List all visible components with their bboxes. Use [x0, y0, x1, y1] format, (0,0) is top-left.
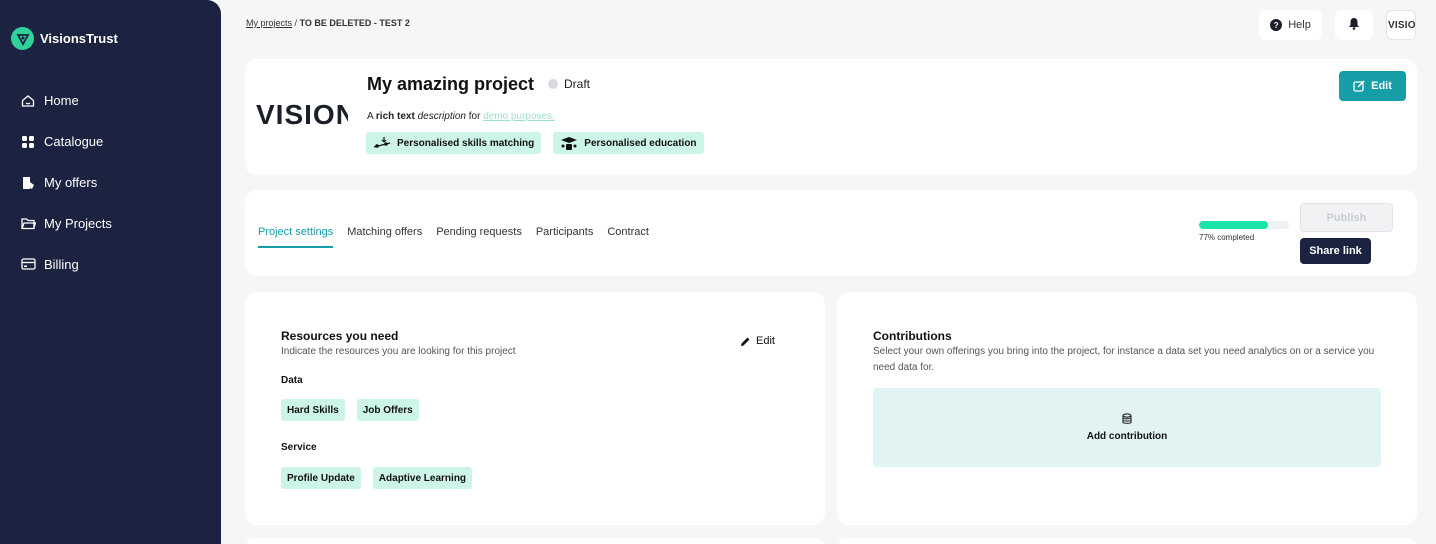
description-link[interactable]: demo purposes.: [483, 111, 555, 122]
sidebar-item-home[interactable]: Home: [0, 80, 221, 121]
education-icon: [560, 136, 578, 151]
project-description: A rich text description for demo purpose…: [367, 111, 555, 122]
progress-track: [1199, 221, 1289, 229]
grid-icon: [20, 134, 36, 150]
completion-progress: 77% completed: [1199, 221, 1289, 242]
help-button[interactable]: ? Help: [1259, 10, 1322, 40]
sidebar-item-label: My offers: [44, 175, 98, 190]
brand-name: VisionsTrust: [40, 31, 118, 46]
resources-subtitle: Indicate the resources you are looking f…: [281, 346, 516, 357]
chip-profile-update: Profile Update: [281, 467, 361, 489]
tab-participants[interactable]: Participants: [536, 226, 593, 248]
edit-resources-button[interactable]: Edit: [740, 335, 775, 347]
project-tabs-card: Project settings Matching offers Pending…: [245, 190, 1417, 276]
breadcrumb-current: TO BE DELETED - TEST 2: [299, 18, 410, 28]
share-link-button[interactable]: Share link: [1300, 238, 1371, 264]
status-dot-icon: [548, 79, 558, 89]
project-tabs: Project settings Matching offers Pending…: [258, 226, 649, 248]
notifications-button[interactable]: [1335, 10, 1373, 40]
project-header-card: VISIONS My amazing project Draft A rich …: [245, 59, 1417, 175]
project-logo: VISIONS: [256, 99, 348, 130]
pencil-icon: [740, 336, 751, 347]
breadcrumb-separator: /: [294, 18, 298, 28]
description-italic: description: [417, 111, 466, 122]
service-group-label: Service: [281, 442, 317, 453]
bell-icon: [1348, 17, 1360, 33]
add-contribution-label: Add contribution: [1086, 431, 1168, 442]
avatar-text: VISIONS: [1388, 19, 1416, 31]
tag-label: Personalised skills matching: [397, 137, 535, 149]
chip-hard-skills: Hard Skills: [281, 399, 345, 421]
offers-icon: [20, 175, 36, 191]
status-badge: Draft: [548, 77, 590, 91]
sidebar-nav: Home Catalogue My offers My Projects Bil…: [0, 80, 221, 285]
tab-contract[interactable]: Contract: [607, 226, 649, 248]
edit-project-button[interactable]: Edit: [1339, 71, 1406, 101]
breadcrumb: My projects / TO BE DELETED - TEST 2: [246, 18, 410, 28]
tab-pending-requests[interactable]: Pending requests: [436, 226, 522, 248]
sidebar-item-label: Billing: [44, 257, 79, 272]
tab-project-settings[interactable]: Project settings: [258, 226, 334, 248]
help-icon: ?: [1270, 19, 1283, 31]
next-card-left: [245, 538, 825, 544]
sidebar-item-catalogue[interactable]: Catalogue: [0, 121, 221, 162]
contributions-card: Contributions Select your own offerings …: [837, 292, 1417, 525]
home-icon: [20, 93, 36, 109]
edit-icon: [1353, 80, 1365, 92]
project-title: My amazing project: [367, 74, 535, 94]
data-group-label: Data: [281, 375, 303, 386]
billing-icon: [20, 257, 36, 273]
database-icon: [1122, 413, 1132, 425]
data-chips: Hard Skills Job Offers: [281, 399, 419, 421]
sidebar-item-label: Catalogue: [44, 134, 104, 149]
chip-job-offers: Job Offers: [356, 399, 419, 421]
next-card-right: [837, 538, 1417, 544]
folder-icon: [20, 216, 36, 232]
progress-label: 77% completed: [1199, 233, 1255, 242]
sidebar-item-my-projects[interactable]: My Projects: [0, 203, 221, 244]
tag-skills-matching: Personalised skills matching: [366, 132, 542, 154]
description-text: for: [465, 111, 484, 122]
contributions-title: Contributions: [873, 329, 952, 343]
chip-adaptive-learning: Adaptive Learning: [372, 467, 473, 489]
service-chips: Profile Update Adaptive Learning: [281, 467, 473, 489]
sidebar-item-label: My Projects: [44, 216, 112, 231]
breadcrumb-link-my-projects[interactable]: My projects: [246, 18, 292, 28]
visionstrust-logo-icon: [11, 27, 34, 50]
sidebar-item-label: Home: [44, 93, 79, 108]
resources-card: Resources you need Indicate the resource…: [245, 292, 825, 525]
avatar[interactable]: VISIONS: [1386, 10, 1416, 40]
brand[interactable]: VisionsTrust: [11, 27, 118, 50]
progress-fill: [1199, 221, 1269, 229]
status-label: Draft: [564, 77, 591, 91]
contributions-subtitle: Select your own offerings you bring into…: [873, 346, 1375, 373]
edit-label: Edit: [1371, 80, 1392, 92]
publish-button[interactable]: Publish: [1300, 203, 1393, 232]
help-label: Help: [1288, 19, 1311, 31]
add-contribution-button[interactable]: Add contribution: [873, 388, 1381, 467]
tag-label: Personalised education: [584, 137, 697, 149]
resources-title: Resources you need: [281, 329, 399, 343]
sidebar-item-my-offers[interactable]: My offers: [0, 162, 221, 203]
tag-education: Personalised education: [553, 132, 704, 154]
description-bold: rich text: [375, 111, 415, 122]
skills-matching-icon: [373, 136, 391, 150]
sidebar: VisionsTrust Home Catalogue My offers My…: [0, 0, 221, 544]
description-text: A: [367, 111, 376, 122]
project-tags: Personalised skills matching Personalise…: [366, 132, 704, 154]
sidebar-item-billing[interactable]: Billing: [0, 244, 221, 285]
tab-matching-offers[interactable]: Matching offers: [347, 226, 422, 248]
edit-label: Edit: [756, 335, 775, 347]
